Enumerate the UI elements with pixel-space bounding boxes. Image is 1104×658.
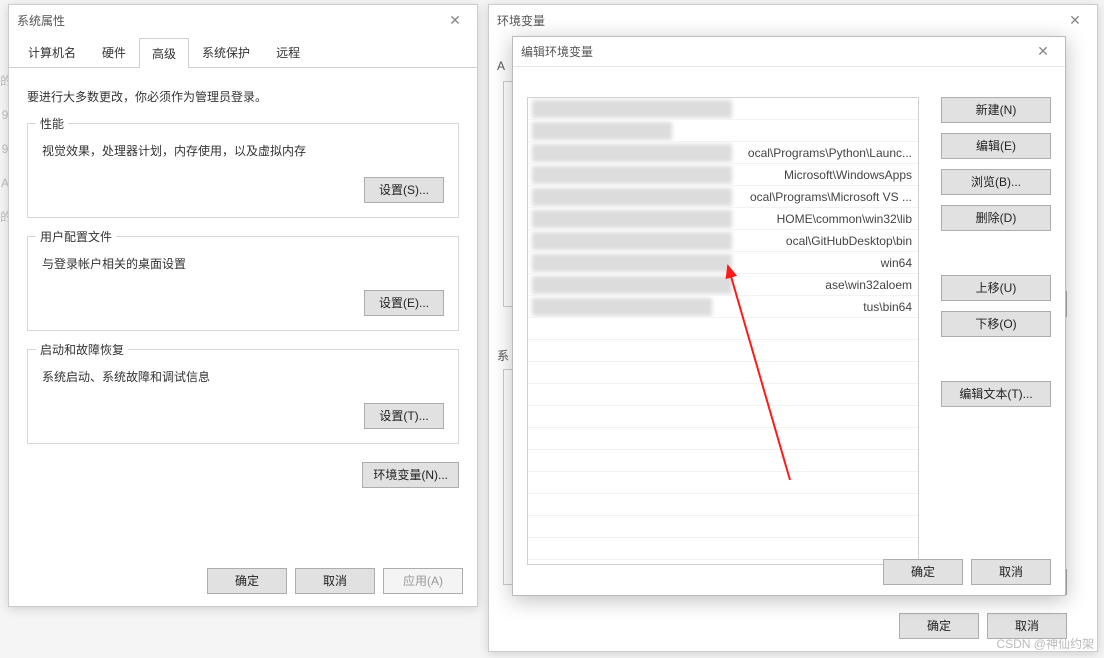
group-performance: 性能 视觉效果，处理器计划，内存使用，以及虚拟内存 设置(S)... — [27, 123, 459, 218]
group-desc: 与登录帐户相关的桌面设置 — [42, 255, 444, 272]
dialog-buttons: 确定 取消 应用(A) — [207, 568, 463, 594]
list-item[interactable] — [528, 384, 918, 406]
dialog-buttons: 确定 取消 — [883, 559, 1051, 585]
tab-system-protection[interactable]: 系统保护 — [189, 37, 263, 67]
list-item[interactable]: win64 — [528, 252, 918, 274]
window-title: 系统属性 — [17, 12, 441, 29]
tab-hardware[interactable]: 硬件 — [89, 37, 139, 67]
list-item[interactable]: HOME\common\win32\lib — [528, 208, 918, 230]
close-icon[interactable]: ✕ — [441, 12, 469, 29]
watermark: CSDN @神仙约架 — [996, 635, 1094, 652]
movedown-button[interactable]: 下移(O) — [941, 311, 1051, 337]
list-item[interactable] — [528, 318, 918, 340]
close-icon[interactable]: ✕ — [1029, 43, 1057, 60]
ok-button[interactable]: 确定 — [207, 568, 287, 594]
list-item[interactable] — [528, 362, 918, 384]
settings-performance-button[interactable]: 设置(S)... — [364, 177, 444, 203]
tabs: 计算机名 硬件 高级 系统保护 远程 — [9, 35, 477, 68]
edit-environment-variable-dialog: 编辑环境变量 ✕ ocal\Programs\Python\Launc... M… — [512, 36, 1066, 596]
ok-button[interactable]: 确定 — [883, 559, 963, 585]
group-desc: 视觉效果，处理器计划，内存使用，以及虚拟内存 — [42, 142, 444, 159]
group-legend: 启动和故障恢复 — [36, 341, 128, 358]
edittext-button[interactable]: 编辑文本(T)... — [941, 381, 1051, 407]
path-list[interactable]: ocal\Programs\Python\Launc... Microsoft\… — [527, 97, 919, 565]
system-properties-window: 系统属性 ✕ 计算机名 硬件 高级 系统保护 远程 要进行大多数更改，你必须作为… — [8, 4, 478, 607]
group-legend: 用户配置文件 — [36, 228, 116, 245]
intro-text: 要进行大多数更改，你必须作为管理员登录。 — [27, 88, 459, 105]
list-item[interactable]: tus\bin64 — [528, 296, 918, 318]
edit-button[interactable]: 编辑(E) — [941, 133, 1051, 159]
apply-button[interactable]: 应用(A) — [383, 568, 463, 594]
list-item[interactable] — [528, 98, 918, 120]
user-vars-label: A — [497, 59, 505, 73]
tab-body: 要进行大多数更改，你必须作为管理员登录。 性能 视觉效果，处理器计划，内存使用，… — [9, 68, 477, 502]
cancel-button[interactable]: 取消 — [295, 568, 375, 594]
close-icon[interactable]: ✕ — [1061, 12, 1089, 29]
moveup-button[interactable]: 上移(U) — [941, 275, 1051, 301]
titlebar: 环境变量 ✕ — [489, 5, 1097, 35]
settings-userprofile-button[interactable]: 设置(E)... — [364, 290, 444, 316]
new-button[interactable]: 新建(N) — [941, 97, 1051, 123]
group-desc: 系统启动、系统故障和调试信息 — [42, 368, 444, 385]
environment-variables-button[interactable]: 环境变量(N)... — [362, 462, 459, 488]
dialog-title: 编辑环境变量 — [521, 43, 1029, 60]
cancel-button[interactable]: 取消 — [971, 559, 1051, 585]
list-item[interactable] — [528, 406, 918, 428]
group-legend: 性能 — [36, 115, 68, 132]
list-item[interactable]: ase\win32aloem — [528, 274, 918, 296]
list-item[interactable]: ocal\GitHubDesktop\bin — [528, 230, 918, 252]
ok-button[interactable]: 确定 — [899, 613, 979, 639]
list-item[interactable] — [528, 120, 918, 142]
list-item[interactable] — [528, 450, 918, 472]
list-item[interactable]: ocal\Programs\Microsoft VS ... — [528, 186, 918, 208]
list-item[interactable] — [528, 516, 918, 538]
titlebar: 系统属性 ✕ — [9, 5, 477, 35]
settings-startup-button[interactable]: 设置(T)... — [364, 403, 444, 429]
tab-remote[interactable]: 远程 — [263, 37, 313, 67]
window-title: 环境变量 — [497, 12, 1061, 29]
list-item[interactable]: ocal\Programs\Python\Launc... — [528, 142, 918, 164]
delete-button[interactable]: 删除(D) — [941, 205, 1051, 231]
group-startup-recovery: 启动和故障恢复 系统启动、系统故障和调试信息 设置(T)... — [27, 349, 459, 444]
list-item[interactable] — [528, 494, 918, 516]
list-item[interactable] — [528, 428, 918, 450]
list-item[interactable] — [528, 472, 918, 494]
list-item[interactable] — [528, 538, 918, 560]
tab-advanced[interactable]: 高级 — [139, 38, 189, 68]
tab-computer-name[interactable]: 计算机名 — [15, 37, 89, 67]
browse-button[interactable]: 浏览(B)... — [941, 169, 1051, 195]
list-item[interactable] — [528, 340, 918, 362]
side-buttons: 新建(N) 编辑(E) 浏览(B)... 删除(D) 上移(U) 下移(O) 编… — [941, 97, 1051, 407]
list-item[interactable]: Microsoft\WindowsApps — [528, 164, 918, 186]
group-user-profiles: 用户配置文件 与登录帐户相关的桌面设置 设置(E)... — [27, 236, 459, 331]
titlebar: 编辑环境变量 ✕ — [513, 37, 1065, 67]
system-vars-label: 系 — [497, 347, 509, 364]
